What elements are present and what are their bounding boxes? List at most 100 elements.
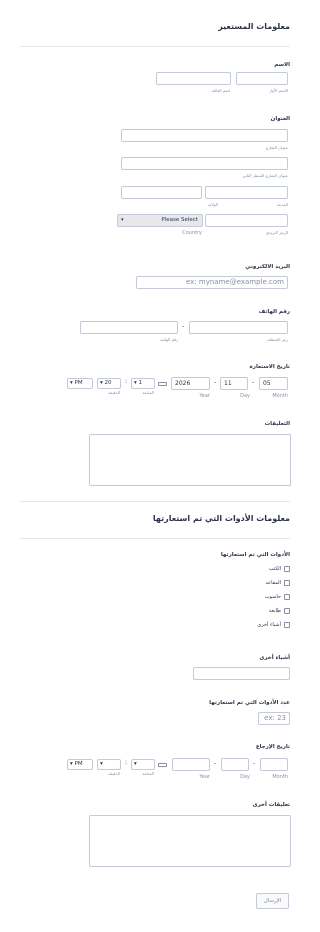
month-sublabel: Month	[272, 393, 288, 399]
section-title-tools: معلومات الأدوات التي تم استعارتها	[152, 514, 290, 523]
return-month-input[interactable]	[260, 758, 288, 771]
comments-label: التعليقات	[264, 421, 290, 427]
day-sublabel: Day	[240, 393, 250, 399]
checkbox[interactable]	[284, 608, 290, 614]
tools-label: الأدوات التي تم استعارتها	[220, 552, 290, 558]
section-divider	[20, 46, 290, 47]
borrow-ampm-value: PM	[74, 380, 83, 386]
option-label: الكتب	[268, 566, 281, 572]
name-label: الاسم	[274, 62, 290, 68]
return-date-label: تاريخ الإرجاع	[255, 744, 290, 750]
country-sublabel: Country	[182, 230, 202, 236]
other-comments-label: تعليقات أخرى	[252, 802, 290, 808]
count-label: عدد الأدوات التي تم استعارتها	[209, 700, 290, 706]
street-address-line2-sublabel: عنوان الشارع السطر الثاني	[242, 173, 288, 178]
state-sublabel: الولاية	[208, 202, 218, 207]
country-select-value: Please Select	[161, 217, 198, 223]
email-label: البريد الالكتروني	[245, 264, 290, 270]
year-sublabel: Year	[199, 774, 210, 780]
email-input[interactable]: ex: myname@example.com	[136, 276, 288, 289]
checkbox-option-books[interactable]: الكتب	[269, 566, 290, 572]
checkbox-option-printer[interactable]: طابعة	[269, 608, 290, 614]
calendar-icon[interactable]	[158, 763, 167, 767]
country-select[interactable]: ▾ Please Select	[117, 214, 203, 227]
state-input[interactable]	[121, 186, 202, 199]
chevron-down-icon: ▾	[70, 761, 73, 767]
borrow-day-input[interactable]: 11	[220, 377, 248, 390]
option-label: أشياء أخرى	[257, 622, 281, 628]
street-address-input[interactable]	[121, 129, 288, 142]
checkbox-option-seats[interactable]: المقاعد	[266, 580, 290, 586]
chevron-down-icon: ▾	[100, 761, 103, 767]
borrow-date-label: تاريخ الاستعارة	[249, 364, 290, 370]
street-address-line2-input[interactable]	[121, 157, 288, 170]
first-name-sublabel: الاسم الأول	[269, 88, 288, 93]
other-items-label: أشياء أخرى	[259, 655, 290, 661]
address-label: العنوان	[270, 116, 290, 122]
borrow-ampm-select[interactable]: ▾ PM	[67, 378, 93, 389]
date-dash: -	[253, 760, 256, 767]
other-items-input[interactable]	[193, 667, 290, 680]
checkbox[interactable]	[284, 566, 290, 572]
checkbox[interactable]	[284, 580, 290, 586]
checkbox-option-other[interactable]: أشياء أخرى	[257, 622, 290, 628]
checkbox[interactable]	[284, 594, 290, 600]
borrow-minute-select[interactable]: ▾ 20	[97, 378, 121, 389]
submit-button[interactable]: الإرسال	[256, 893, 289, 909]
phone-area-code-sublabel: رمز المنطقة	[267, 337, 288, 342]
date-dash: -	[214, 379, 217, 386]
chevron-down-icon: ▾	[70, 380, 73, 386]
date-dash: -	[214, 760, 217, 767]
first-name-input[interactable]	[236, 72, 288, 85]
borrow-minute-value: 20	[104, 380, 112, 386]
borrow-hour-select[interactable]: ▾ 1	[131, 378, 155, 389]
comments-textarea[interactable]	[89, 434, 291, 486]
phone-number-sublabel: رقم الهاتف	[159, 337, 178, 342]
return-year-input[interactable]	[172, 758, 210, 771]
checkbox[interactable]	[284, 622, 290, 628]
borrow-month-input[interactable]: 05	[259, 377, 288, 390]
option-label: حاسوب	[264, 594, 281, 600]
last-name-sublabel: اسم العائلة	[211, 88, 230, 93]
year-sublabel: Year	[199, 393, 210, 399]
return-hour-select[interactable]: ▾	[131, 759, 155, 770]
minute-sublabel: الدقيقة	[108, 390, 120, 395]
option-label: طابعة	[269, 608, 281, 614]
phone-label: رقم الهاتف	[258, 309, 290, 315]
hour-sublabel: الساعة	[142, 390, 154, 395]
return-ampm-select[interactable]: ▾ PM	[67, 759, 93, 770]
borrow-year-input[interactable]: 2026	[171, 377, 210, 390]
chevron-down-icon: ▾	[134, 380, 137, 386]
street-address-sublabel: عنوان الشارع	[265, 145, 288, 150]
return-day-input[interactable]	[221, 758, 249, 771]
zip-code-input[interactable]	[205, 214, 288, 227]
chevron-down-icon: ▾	[100, 380, 103, 386]
minute-sublabel: الدقيقة	[108, 771, 120, 776]
phone-number-input[interactable]	[80, 321, 178, 334]
calendar-icon[interactable]	[158, 382, 167, 386]
city-sublabel: المدينة	[276, 202, 288, 207]
return-minute-select[interactable]: ▾	[97, 759, 121, 770]
return-ampm-value: PM	[74, 761, 83, 767]
time-colon: :	[125, 759, 128, 766]
time-colon: :	[125, 378, 128, 385]
city-input[interactable]	[205, 186, 288, 199]
date-dash: -	[252, 379, 255, 386]
hour-sublabel: الساعة	[142, 771, 154, 776]
phone-area-code-input[interactable]	[189, 321, 288, 334]
chevron-down-icon: ▾	[134, 761, 137, 767]
section-divider	[20, 501, 290, 502]
day-sublabel: Day	[240, 774, 250, 780]
option-label: المقاعد	[265, 580, 281, 586]
borrow-hour-value: 1	[138, 380, 143, 386]
phone-dash: -	[182, 323, 185, 330]
count-input[interactable]: ex: 23	[258, 712, 290, 725]
chevron-down-icon: ▾	[121, 217, 124, 223]
zip-code-sublabel: الرمز البريدي	[265, 230, 288, 235]
section-title-borrower: معلومات المستعير	[218, 22, 290, 31]
last-name-input[interactable]	[156, 72, 231, 85]
month-sublabel: Month	[272, 774, 288, 780]
section-divider	[20, 538, 290, 539]
checkbox-option-computer[interactable]: حاسوب	[265, 594, 290, 600]
other-comments-textarea[interactable]	[89, 815, 291, 867]
